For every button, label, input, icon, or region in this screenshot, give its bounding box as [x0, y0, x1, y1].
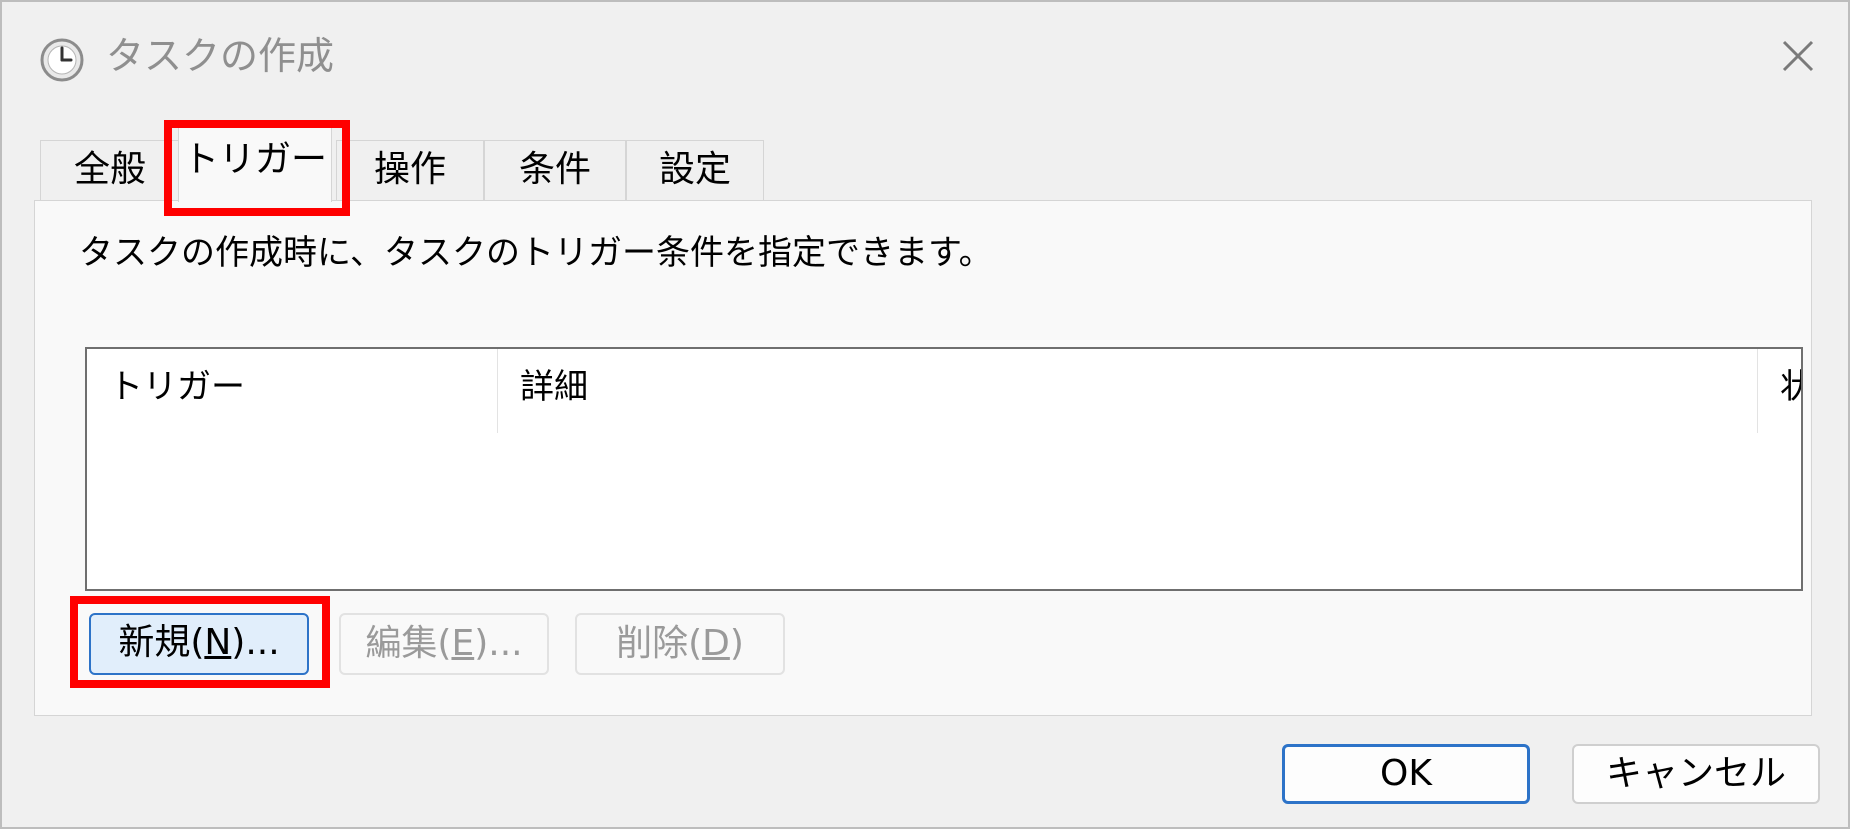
- ok-button[interactable]: OK: [1282, 744, 1530, 804]
- tab-actions[interactable]: 操作: [336, 140, 484, 200]
- trigger-list[interactable]: トリガー 詳細 状: [85, 347, 1803, 591]
- clock-icon: [40, 38, 84, 82]
- tab-general-label: 全般: [73, 149, 146, 190]
- cancel-button[interactable]: キャンセル: [1572, 744, 1820, 804]
- column-header-status[interactable]: 状: [1758, 349, 1801, 433]
- create-task-dialog: タスクの作成 全般 トリガー 操作 条件 設定 タスクの作成時に、タスクのトリガ…: [0, 0, 1850, 829]
- tab-triggers[interactable]: トリガー: [178, 126, 332, 202]
- window-title: タスクの作成: [106, 34, 335, 78]
- trigger-panel: タスクの作成時に、タスクのトリガー条件を指定できます。 トリガー 詳細 状 新規…: [34, 200, 1812, 716]
- close-icon[interactable]: [1768, 26, 1828, 86]
- tab-settings-label: 設定: [658, 149, 731, 190]
- title-bar[interactable]: タスクの作成: [2, 2, 1848, 110]
- tab-triggers-label: トリガー: [182, 139, 327, 180]
- tab-actions-label: 操作: [373, 149, 446, 190]
- tab-general[interactable]: 全般: [40, 140, 180, 200]
- tab-conditions[interactable]: 条件: [484, 140, 626, 200]
- column-header-details[interactable]: 詳細: [498, 349, 1801, 433]
- edit-trigger-button[interactable]: 編集(E)...: [339, 613, 549, 675]
- tab-conditions-label: 条件: [518, 149, 591, 190]
- tab-settings[interactable]: 設定: [626, 140, 764, 200]
- panel-description: タスクの作成時に、タスクのトリガー条件を指定できます。: [79, 233, 993, 273]
- column-header-trigger[interactable]: トリガー: [87, 349, 497, 433]
- new-trigger-button[interactable]: 新規(N)...: [89, 613, 309, 675]
- delete-trigger-button[interactable]: 削除(D): [575, 613, 785, 675]
